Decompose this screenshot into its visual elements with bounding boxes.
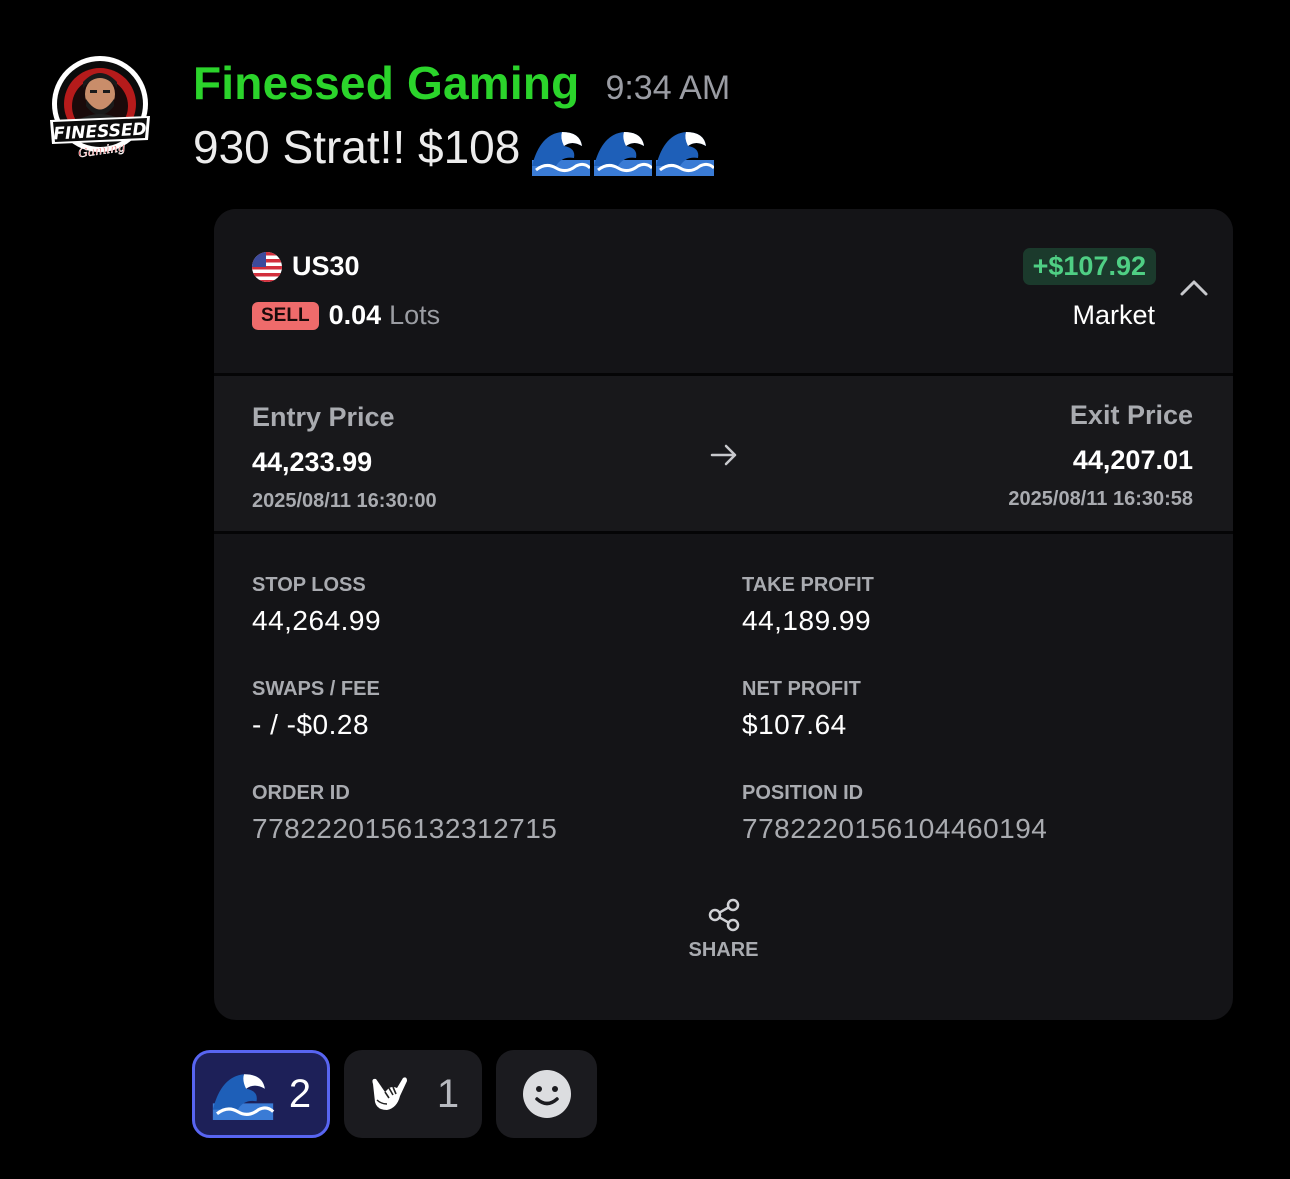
profit-badge: +$107.92	[1022, 248, 1156, 285]
finessed-gaming-logo-icon: FINESSED Gaming	[50, 56, 150, 161]
shaka-hand-emoji	[372, 1077, 407, 1110]
wave-emoji	[212, 1074, 275, 1120]
order-id-field: ORDER ID 778222015613231271​5	[252, 782, 557, 845]
take-profit-label: TAKE PROFIT	[742, 574, 874, 596]
share-label: SHARE	[688, 939, 759, 961]
exit-price-label: Exit Price	[1069, 400, 1193, 430]
order-id-value[interactable]: 778222015613231271​5	[252, 813, 557, 845]
position-id-value[interactable]: 778222015610446019​4	[742, 813, 1047, 845]
trade-card: US30 SELL 0.04 Lots +$107.92 Market Entr…	[214, 209, 1233, 1020]
share-icon[interactable]	[706, 897, 742, 933]
entry-price-label: Entry Price	[252, 402, 395, 432]
reaction-wave[interactable]: 2	[192, 1050, 330, 1138]
chat-message: FINESSED Gaming Finessed Gaming 9:34 AM …	[0, 0, 1290, 1179]
chevron-up-icon[interactable]	[1179, 277, 1209, 297]
net-profit-value: $107.64	[742, 709, 847, 740]
us-flag-icon	[252, 251, 282, 282]
message-content: 930 Strat!! $108	[193, 118, 715, 176]
position-id-field: POSITION ID 778222015610446019​4	[742, 782, 1047, 845]
order-id-label: ORDER ID	[252, 782, 350, 804]
net-profit-label: NET PROFIT	[742, 678, 861, 700]
add-reaction-icon[interactable]	[521, 1068, 573, 1120]
lots-value: 0.04	[328, 300, 382, 330]
swaps-fee-value: - / -$0.28	[252, 709, 370, 740]
symbol-row: US30	[252, 251, 360, 282]
entry-price-value: 44,233.99	[252, 447, 373, 477]
entry-price-block: Entry Price 44,233.99 2025/08/11 16:30:0…	[252, 402, 437, 513]
sell-badge: SELL	[252, 301, 319, 330]
take-profit-field: TAKE PROFIT 44,189.99	[742, 574, 874, 637]
reaction-count: 2	[288, 1071, 312, 1116]
exit-price-value: 44,207.01	[1072, 445, 1193, 475]
position-row: SELL 0.04 Lots	[252, 300, 440, 331]
stop-loss-field: STOP LOSS 44,264.99	[252, 574, 381, 637]
trade-summary[interactable]: US30 SELL 0.04 Lots +$107.92 Market	[214, 209, 1233, 376]
reaction-bar: 2 1	[192, 1050, 597, 1138]
position-id-label: POSITION ID	[742, 782, 864, 804]
order-type: Market	[1072, 300, 1155, 330]
message-header: Finessed Gaming 9:34 AM	[193, 56, 730, 110]
author-avatar[interactable]: FINESSED Gaming	[46, 54, 154, 166]
author-name[interactable]: Finessed Gaming	[193, 56, 579, 110]
arrow-right-icon	[710, 444, 738, 466]
stop-loss-value: 44,264.99	[252, 605, 382, 636]
message-timestamp[interactable]: 9:34 AM	[605, 69, 730, 108]
wave-emoji	[594, 132, 653, 176]
logo-text: FINESSED	[53, 120, 147, 145]
trade-symbol: US30	[292, 251, 360, 281]
lots-unit: Lots	[389, 300, 441, 330]
message-text: 930 Strat!! $108	[193, 121, 521, 173]
price-section: Entry Price 44,233.99 2025/08/11 16:30:0…	[214, 376, 1233, 534]
share-button[interactable]: SHARE	[214, 897, 1233, 962]
exit-time: 2025/08/11 16:30:58	[1008, 488, 1193, 510]
take-profit-value: 44,189.99	[742, 605, 872, 636]
net-profit-field: NET PROFIT $107.64	[742, 678, 861, 741]
stop-loss-label: STOP LOSS	[252, 574, 366, 596]
entry-time: 2025/08/11 16:30:00	[252, 490, 437, 512]
swaps-fee-label: SWAPS / FEE	[252, 678, 380, 700]
wave-emoji	[656, 132, 715, 176]
add-reaction-button[interactable]	[496, 1050, 597, 1138]
reaction-count: 1	[436, 1071, 460, 1116]
reaction-shaka[interactable]: 1	[344, 1050, 482, 1138]
exit-price-block: Exit Price 44,207.01 2025/08/11 16:30:58	[1008, 400, 1193, 511]
wave-emoji	[532, 132, 591, 176]
swaps-fee-field: SWAPS / FEE - / -$0.28	[252, 678, 380, 741]
message-emoji-group	[532, 126, 715, 176]
